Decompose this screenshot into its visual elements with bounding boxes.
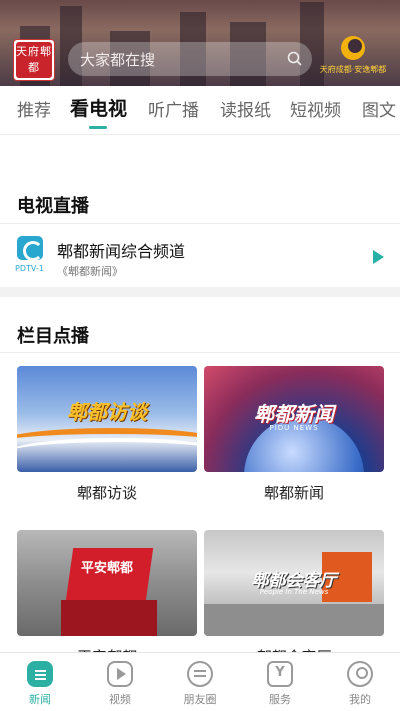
channel-logo-icon bbox=[17, 236, 43, 261]
program-card-news[interactable]: 郫都新闻 PIDU NEWS 郫都新闻 bbox=[204, 366, 384, 503]
nav-friends[interactable]: 朋友圈 bbox=[160, 653, 240, 711]
tab-short-video[interactable]: 短视频 bbox=[290, 96, 341, 121]
channel-program: 《郫都新闻》 bbox=[57, 265, 123, 278]
logo-text: 天府郫都 bbox=[16, 42, 52, 78]
program-label: 郫都访谈 bbox=[76, 484, 137, 502]
live-section-title: 电视直播 bbox=[17, 196, 89, 217]
nav-label: 朋友圈 bbox=[183, 693, 217, 706]
live-channel-row[interactable]: PDTV-1 郫都新闻综合频道 《郫都新闻》 bbox=[0, 226, 400, 284]
tab-tv[interactable]: 看电视 bbox=[70, 94, 127, 121]
program-label: 郫都新闻 bbox=[263, 484, 324, 502]
nav-news[interactable]: 新闻 bbox=[0, 653, 80, 711]
thumbnail-subtitle: People In The News bbox=[259, 588, 329, 596]
friends-icon bbox=[187, 661, 213, 687]
program-thumbnail: 郫都新闻 PIDU NEWS bbox=[204, 366, 384, 472]
program-thumbnail: 平安郫都 bbox=[17, 530, 197, 636]
section-gap bbox=[0, 287, 400, 297]
news-icon bbox=[27, 661, 53, 687]
nav-video[interactable]: 视频 bbox=[80, 653, 160, 711]
channel-name: 郫都新闻综合频道 bbox=[57, 242, 186, 261]
tab-radio[interactable]: 听广播 bbox=[148, 96, 199, 121]
program-card-lounge[interactable]: 郫都会客厅 People In The News 郫都会客厅 bbox=[204, 530, 384, 667]
nav-profile[interactable]: 我的 bbox=[320, 653, 400, 711]
nav-label: 新闻 bbox=[29, 693, 51, 706]
program-card-safety[interactable]: 平安郫都 平安郫都 bbox=[17, 530, 197, 667]
brand-slogan: 天府成都·安逸郫都 bbox=[319, 65, 387, 74]
tab-recommend[interactable]: 推荐 bbox=[17, 96, 51, 121]
profile-icon bbox=[347, 661, 373, 687]
channel-tabs: 推荐 看电视 听广播 读报纸 短视频 图文 bbox=[0, 86, 400, 134]
search-icon[interactable] bbox=[278, 42, 312, 76]
tab-newspaper[interactable]: 读报纸 bbox=[220, 96, 271, 121]
nav-label: 视频 bbox=[109, 693, 131, 706]
brand-badge: 天府成都·安逸郫都 bbox=[312, 36, 394, 82]
live-divider bbox=[0, 223, 400, 224]
play-icon[interactable] bbox=[373, 250, 384, 264]
nav-service[interactable]: 服务 bbox=[240, 653, 320, 711]
service-icon bbox=[267, 661, 293, 687]
vod-section-title: 栏目点播 bbox=[17, 326, 89, 347]
tab-graphic[interactable]: 图文 bbox=[362, 96, 396, 121]
channel-code: PDTV-1 bbox=[15, 264, 44, 273]
nav-label: 我的 bbox=[349, 693, 371, 706]
program-thumbnail: 郫都访谈 bbox=[17, 366, 197, 472]
search-placeholder: 大家都在搜 bbox=[80, 50, 156, 69]
active-tab-indicator bbox=[89, 126, 107, 129]
program-thumbnail: 郫都会客厅 People In The News bbox=[204, 530, 384, 636]
nav-label: 服务 bbox=[269, 693, 291, 706]
app-header: 天府郫都 大家都在搜 天府成都·安逸郫都 bbox=[0, 0, 400, 86]
thumbnail-title: 平安郫都 bbox=[80, 561, 133, 576]
program-card-interview[interactable]: 郫都访谈 郫都访谈 bbox=[17, 366, 197, 503]
thumbnail-subtitle: PIDU NEWS bbox=[269, 424, 319, 432]
vod-divider bbox=[0, 352, 400, 353]
search-bar[interactable]: 大家都在搜 bbox=[68, 42, 312, 76]
thumbnail-title: 郫都新闻 bbox=[254, 402, 334, 426]
thumbnail-title: 郫都访谈 bbox=[67, 400, 147, 424]
video-icon bbox=[107, 661, 133, 687]
bottom-nav: 新闻 视频 朋友圈 服务 我的 bbox=[0, 652, 400, 711]
brand-icon bbox=[341, 36, 365, 60]
tabs-divider bbox=[0, 134, 400, 135]
app-logo[interactable]: 天府郫都 bbox=[13, 39, 55, 81]
